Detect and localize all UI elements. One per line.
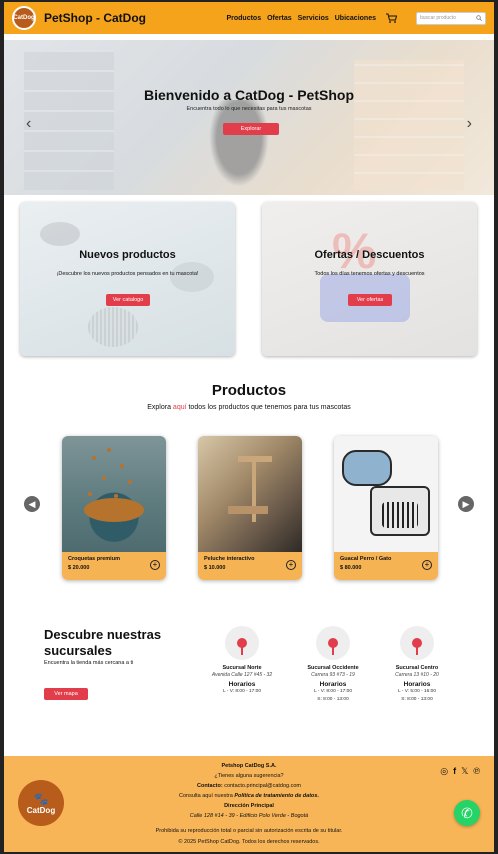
branch-hours-label: Horarios [228, 681, 256, 688]
product-name: Peluche interactivo [204, 556, 255, 562]
search-placeholder: buscar producto [420, 15, 456, 21]
product-price: $ 80.000 [340, 565, 362, 571]
brand-title: PetShop - CatDog [44, 11, 146, 25]
instagram-icon[interactable]: ◎ [440, 766, 448, 777]
product-price: $ 20.000 [68, 565, 90, 571]
add-to-cart-icon[interactable]: + [422, 560, 432, 570]
branch-address: Carrera 13 #10 - 20 [395, 672, 439, 678]
branch-card: Sucursal Norte Avenida Calle 127 #45 - 3… [202, 626, 282, 696]
carousel-next-button[interactable]: ▶ [458, 496, 474, 512]
branch-hours-label: Horarios [403, 681, 431, 688]
add-to-cart-icon[interactable]: + [286, 560, 296, 570]
product-image [334, 436, 438, 552]
branch-address: Avenida Calle 127 #45 - 32 [211, 672, 273, 678]
product-card[interactable]: Peluche interactivo $ 10.000 + [198, 436, 302, 580]
promo-card-offers[interactable]: % Ofertas / Descuentos Todos los días te… [262, 202, 477, 356]
branch-name: Sucursal Norte [222, 665, 262, 671]
hero-next-icon[interactable]: › [467, 115, 472, 133]
nav-servicios[interactable]: Servicios [298, 15, 329, 22]
offers-button[interactable]: Ver ofertas [348, 294, 392, 306]
contact-email[interactable]: contacto.principal@catdog.com [224, 783, 301, 789]
branch-hours: L - V: 8:00 - 17:00 [222, 689, 262, 694]
view-map-button[interactable]: Ver mapa [44, 688, 88, 700]
carousel-prev-button[interactable]: ◀ [24, 496, 40, 512]
copyright-text: © 2025 PetShop CatDog. Todos los derecho… [178, 839, 320, 845]
suggestion-text: ¿Tienes alguna sugerencia? [214, 773, 284, 779]
header: CatDog PetShop - CatDog Productos Oferta… [4, 2, 494, 34]
promo-card-new-products[interactable]: Nuevos productos ¡Descubre los nuevos pr… [20, 202, 235, 356]
page: CatDog PetShop - CatDog Productos Oferta… [0, 0, 498, 854]
branches-subtitle: Encuentra la tienda más cercana a ti [44, 660, 134, 666]
nav-ofertas[interactable]: Ofertas [267, 15, 292, 22]
x-icon[interactable]: 𝕏 [461, 766, 468, 777]
explore-button[interactable]: Explorar [223, 123, 279, 135]
logo[interactable]: CatDog [12, 6, 36, 30]
address-text: Calle 128 #14 - 39 - Edificio Polo Verde… [189, 813, 309, 819]
address-label: Dirección Principal [224, 803, 274, 809]
map-pin-icon[interactable] [316, 626, 350, 660]
nav-productos[interactable]: Productos [226, 15, 261, 22]
promo-text: Todos los días tenemos ofertas y descuen… [314, 271, 425, 277]
product-name: Guacal Perro / Gato [340, 556, 392, 562]
main-nav: Productos Ofertas Servicios Ubicaciones [226, 11, 398, 25]
product-image [198, 436, 302, 552]
social-links: ◎ f 𝕏 ℗ [440, 766, 480, 777]
footer: 🐾 CatDog Petshop CatDog S.A. ¿Tienes alg… [4, 756, 494, 852]
branch-card: Sucursal Occidente Carrera 93 #73 - 19 H… [293, 626, 373, 703]
hero-banner: ‹ › Bienvenido a CatDog - PetShop Encuen… [4, 40, 494, 195]
promo-title: Nuevos productos [79, 249, 176, 261]
product-card[interactable]: Guacal Perro / Gato $ 80.000 + [334, 436, 438, 580]
branch-address: Carrera 93 #73 - 19 [311, 672, 355, 678]
add-to-cart-icon[interactable]: + [150, 560, 160, 570]
branch-hours-label: Horarios [319, 681, 347, 688]
product-price: $ 10.000 [204, 565, 226, 571]
privacy-policy-link[interactable]: Política de tratamiento de datos. [234, 793, 319, 799]
map-pin-icon[interactable] [225, 626, 259, 660]
whatsapp-icon[interactable]: ✆ [454, 800, 480, 826]
products-subtitle: Explora aquí todos los productos que ten… [147, 404, 351, 411]
products-title: Productos [211, 382, 287, 399]
nav-ubicaciones[interactable]: Ubicaciones [335, 15, 376, 22]
branch-name: Sucursal Centro [395, 665, 439, 671]
product-image [62, 436, 166, 552]
product-card[interactable]: Croquetas premium $ 20.000 + [62, 436, 166, 580]
branch-hours: L - V: 8:00 - 17:00 [313, 689, 353, 694]
hero-subtitle: Encuentra todo lo que necesitas para tus… [186, 106, 312, 112]
branch-card: Sucursal Centro Carrera 13 #10 - 20 Hora… [377, 626, 457, 703]
product-name: Croquetas premium [68, 556, 120, 562]
logo-text: CatDog [13, 15, 35, 21]
branches-title: Descubre nuestras sucursales [44, 627, 162, 658]
hero-title: Bienvenido a CatDog - PetShop [143, 87, 354, 103]
branch-hours: S: 8:00 - 13:00 [401, 696, 433, 702]
hero-prev-icon[interactable]: ‹ [26, 115, 31, 133]
search-input[interactable]: buscar producto [416, 11, 486, 25]
footer-legal: Prohibida su reproducción total o parcia… [4, 826, 494, 848]
catalog-button[interactable]: Ver catalogo [106, 294, 150, 306]
search-icon[interactable] [476, 15, 482, 21]
promo-text: ¡Descubre los nuevos productos pensados … [56, 271, 199, 277]
branch-hours: L - V: 5:00 - 16:00 [397, 689, 437, 694]
branch-name: Sucursal Occidente [307, 665, 359, 671]
map-pin-icon[interactable] [400, 626, 434, 660]
facebook-icon[interactable]: f [453, 766, 456, 777]
legal-text: Prohibida su reproducción total o parcia… [155, 828, 343, 834]
pinterest-icon[interactable]: ℗ [473, 766, 480, 777]
products-link[interactable]: aquí [173, 404, 187, 411]
branch-hours: S: 8:00 - 13:00 [317, 696, 349, 702]
footer-info: Petshop CatDog S.A. ¿Tienes alguna suger… [4, 761, 494, 821]
cart-icon[interactable] [384, 11, 398, 25]
company-name: Petshop CatDog S.A. [221, 763, 277, 769]
promo-title: Ofertas / Descuentos [314, 249, 425, 261]
